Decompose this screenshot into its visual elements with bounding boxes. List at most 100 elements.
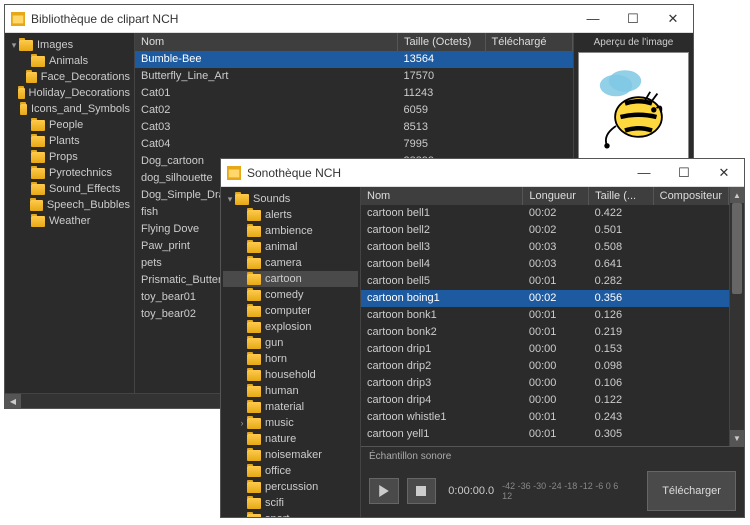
tree-item-label: camera [265, 257, 302, 269]
audio-sample-label: Échantillon sonore [369, 451, 451, 462]
tree-item[interactable]: Pyrotechnics [7, 165, 132, 181]
scroll-left-icon[interactable]: ◀ [5, 394, 21, 408]
table-row[interactable]: Cat0111243 [135, 85, 573, 102]
sound-library-window: Sonothèque NCH — ☐ ✕ ▾Soundsalertsambien… [220, 158, 745, 518]
tree-item[interactable]: alerts [223, 207, 358, 223]
folder-icon [247, 434, 261, 445]
minimize-button[interactable]: — [624, 159, 664, 187]
tree-item[interactable]: explosion [223, 319, 358, 335]
table-row[interactable]: cartoon bell500:010.282 [361, 273, 729, 290]
table-row[interactable]: cartoon bonk200:010.219 [361, 324, 729, 341]
tree-item-label: household [265, 369, 316, 381]
folder-icon [247, 370, 261, 381]
tree-item[interactable]: Speech_Bubbles [7, 197, 132, 213]
folder-icon [247, 354, 261, 365]
col-name[interactable]: Nom [361, 187, 523, 205]
tree-item[interactable]: household [223, 367, 358, 383]
tree-item-label: Face_Decorations [41, 71, 130, 83]
folder-icon [247, 258, 261, 269]
tree-item[interactable]: sport [223, 511, 358, 517]
level-meter: -42 -36 -30 -24 -18 -12 -6 0 6 12 [502, 481, 629, 501]
folder-icon [19, 40, 33, 51]
maximize-button[interactable]: ☐ [664, 159, 704, 187]
folder-tree[interactable]: ▾Soundsalertsambienceanimal camera cartoon… [221, 187, 361, 517]
table-row[interactable]: Cat038513 [135, 119, 573, 136]
tree-item[interactable]: Sound_Effects [7, 181, 132, 197]
tree-item-label: Sound_Effects [49, 183, 120, 195]
table-row[interactable]: cartoon drip300:000.106 [361, 375, 729, 392]
tree-item[interactable]: Animals [7, 53, 132, 69]
tree-item[interactable]: People [7, 117, 132, 133]
table-row[interactable]: Cat047995 [135, 136, 573, 153]
folder-icon [31, 168, 45, 179]
table-row[interactable]: cartoon whistle100:010.243 [361, 409, 729, 426]
table-row[interactable]: cartoon bell300:030.508 [361, 239, 729, 256]
table-row[interactable]: cartoon bell100:020.422 [361, 205, 729, 222]
folder-tree[interactable]: ▾ImagesAnimals Face_Decorations Holiday_De… [5, 33, 135, 393]
tree-item[interactable]: comedy [223, 287, 358, 303]
col-downloaded[interactable]: Téléchargé [485, 33, 573, 51]
tree-item[interactable]: camera [223, 255, 358, 271]
scroll-up-icon[interactable]: ▲ [730, 187, 744, 203]
tree-item[interactable]: Icons_and_Symbols [7, 101, 132, 117]
tree-item[interactable]: office [223, 463, 358, 479]
table-row[interactable]: cartoon bell200:020.501 [361, 222, 729, 239]
table-row[interactable]: cartoon bonk100:010.126 [361, 307, 729, 324]
tree-item[interactable]: Props [7, 149, 132, 165]
table-row[interactable]: cartoon drip200:000.098 [361, 358, 729, 375]
folder-icon [235, 194, 249, 205]
maximize-button[interactable]: ☐ [613, 5, 653, 33]
table-row[interactable]: cartoon drip100:000.153 [361, 341, 729, 358]
tree-item-label: Images [37, 39, 73, 51]
minimize-button[interactable]: — [573, 5, 613, 33]
tree-item[interactable]: nature [223, 431, 358, 447]
vertical-scrollbar[interactable]: ▲ ▼ [729, 187, 744, 446]
tree-item[interactable]: computer [223, 303, 358, 319]
tree-item[interactable]: gun [223, 335, 358, 351]
tree-item[interactable]: cartoon [223, 271, 358, 287]
table-row[interactable]: cartoon boing100:020.356 [361, 290, 729, 307]
stop-button[interactable] [407, 478, 437, 504]
tree-item[interactable]: material [223, 399, 358, 415]
tree-item[interactable]: noisemaker [223, 447, 358, 463]
tree-item-label: computer [265, 305, 311, 317]
tree-item[interactable]: ▾Sounds [223, 191, 358, 207]
scroll-down-icon[interactable]: ▼ [730, 430, 744, 446]
folder-icon [247, 418, 261, 429]
play-button[interactable] [369, 478, 399, 504]
sound-table[interactable]: Nom Longueur Taille (... Compositeur car… [361, 187, 729, 446]
tree-item[interactable]: scifi [223, 495, 358, 511]
tree-item[interactable]: horn [223, 351, 358, 367]
tree-item[interactable]: Weather [7, 213, 132, 229]
col-length[interactable]: Longueur [523, 187, 589, 205]
col-name[interactable]: Nom [135, 33, 398, 51]
table-row[interactable]: Cat026059 [135, 102, 573, 119]
folder-icon [247, 402, 261, 413]
download-button[interactable]: Télécharger [647, 471, 736, 511]
folder-icon [247, 290, 261, 301]
col-composer[interactable]: Compositeur [653, 187, 728, 205]
tree-item-label: cartoon [265, 273, 302, 285]
folder-icon [31, 120, 45, 131]
close-button[interactable]: ✕ [653, 5, 693, 33]
tree-item[interactable]: Holiday_Decorations [7, 85, 132, 101]
folder-icon [247, 322, 261, 333]
table-row[interactable]: cartoon bell400:030.641 [361, 256, 729, 273]
tree-item[interactable]: human [223, 383, 358, 399]
tree-item[interactable]: Plants [7, 133, 132, 149]
table-row[interactable]: cartoon yell100:010.305 [361, 426, 729, 443]
tree-item-label: gun [265, 337, 283, 349]
folder-icon [26, 72, 37, 83]
tree-item[interactable]: percussion [223, 479, 358, 495]
tree-item[interactable]: ›music [223, 415, 358, 431]
table-row[interactable]: Butterfly_Line_Art17570 [135, 68, 573, 85]
table-row[interactable]: cartoon drip400:000.122 [361, 392, 729, 409]
table-row[interactable]: Bumble-Bee13564 [135, 51, 573, 68]
col-size[interactable]: Taille (... [589, 187, 654, 205]
tree-item[interactable]: Face_Decorations [7, 69, 132, 85]
tree-item[interactable]: animal [223, 239, 358, 255]
tree-item[interactable]: ambience [223, 223, 358, 239]
tree-item[interactable]: ▾Images [7, 37, 132, 53]
col-size[interactable]: Taille (Octets) [398, 33, 486, 51]
close-button[interactable]: ✕ [704, 159, 744, 187]
